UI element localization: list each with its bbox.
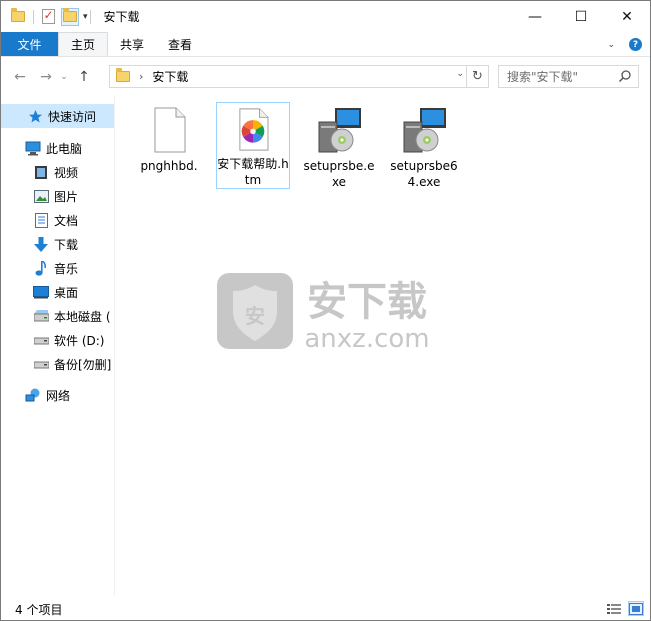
help-icon[interactable]: ? xyxy=(629,38,642,51)
ribbon-tabs: 文件 主页 共享 查看 ⌄ ? xyxy=(1,32,650,57)
forward-arrow-icon: → xyxy=(40,69,52,85)
file-name: setuprsbe64.exe xyxy=(390,159,458,189)
chevron-down-icon: ⌄ xyxy=(60,72,68,82)
sidebar-item-documents[interactable]: 文档 xyxy=(1,208,114,232)
navigation-pane: 快速访问 此电脑 视频 图片 文档 下载 音乐 桌面 本地磁盘 (软件 (D:… xyxy=(1,97,114,595)
tab-share[interactable]: 共享 xyxy=(108,32,156,56)
installer-icon xyxy=(403,108,446,153)
svg-text:安: 安 xyxy=(245,304,265,328)
search-placeholder: 搜索"安下载" xyxy=(507,70,579,84)
address-bar[interactable]: › 安下载 ⌄ ↻ xyxy=(109,65,489,88)
new-folder-button[interactable] xyxy=(61,7,79,26)
sidebar-item-music[interactable]: 音乐 xyxy=(1,256,114,280)
sidebar-item-local-disk-c[interactable]: 本地磁盘 ( xyxy=(1,304,114,328)
close-icon: ✕ xyxy=(621,8,633,25)
details-view-icon xyxy=(607,603,621,614)
item-count: 4 个项目 xyxy=(15,602,63,617)
status-bar: 4 个项目 xyxy=(1,598,650,620)
search-icon xyxy=(618,70,631,83)
folder-icon xyxy=(9,8,27,26)
navigation-bar: ← → ⌄ ↑ › 安下载 ⌄ ↻ 搜索"安下载" xyxy=(1,58,650,96)
maximize-button[interactable]: ☐ xyxy=(558,1,604,32)
drive-icon xyxy=(33,356,49,372)
watermark-logo: 安 安下载 anxz.com xyxy=(217,273,430,353)
music-icon xyxy=(33,260,49,276)
expand-ribbon-chevron-icon[interactable]: ⌄ xyxy=(607,40,615,50)
file-item[interactable]: 安下载帮助.htm xyxy=(216,102,290,189)
pc-icon xyxy=(25,140,41,156)
up-arrow-icon: ↑ xyxy=(78,69,90,85)
watermark-text-cn: 安下载 xyxy=(307,279,427,325)
sidebar-item-quick-access[interactable]: 快速访问 xyxy=(1,104,114,128)
download-icon xyxy=(33,236,49,252)
sidebar-item-desktop[interactable]: 桌面 xyxy=(1,280,114,304)
tab-view[interactable]: 查看 xyxy=(156,32,204,56)
sidebar-item-videos[interactable]: 视频 xyxy=(1,160,114,184)
watermark-text-en: anxz.com xyxy=(304,324,429,353)
maximize-icon: ☐ xyxy=(574,8,588,25)
forward-button[interactable]: → xyxy=(35,66,57,88)
desktop-icon xyxy=(33,284,49,300)
explorer-window: ▾ 安下载 — ☐ ✕ 文件 主页 共享 查看 ⌄ ? ← → ⌄ ↑ › 安下… xyxy=(0,0,651,621)
breadcrumb-current[interactable]: 安下载 xyxy=(152,68,188,85)
close-button[interactable]: ✕ xyxy=(604,1,650,32)
file-item[interactable]: setuprsbe.exe xyxy=(302,102,376,190)
sidebar-item-pictures[interactable]: 图片 xyxy=(1,184,114,208)
sidebar-item-this-pc[interactable]: 此电脑 xyxy=(1,136,114,160)
video-icon xyxy=(33,164,49,180)
new-folder-icon xyxy=(63,8,77,22)
refresh-icon: ↻ xyxy=(472,69,483,84)
drive-icon xyxy=(33,332,49,348)
customize-toolbar-dropdown[interactable]: ▾ xyxy=(83,12,88,22)
large-icons-view-icon xyxy=(629,602,643,615)
file-name: 安下载帮助.htm xyxy=(217,157,289,187)
properties-icon xyxy=(41,8,55,24)
sidebar-item-network[interactable]: 网络 xyxy=(1,383,114,407)
refresh-button[interactable]: ↻ xyxy=(466,66,488,87)
tab-home[interactable]: 主页 xyxy=(58,32,109,56)
folder-icon xyxy=(116,68,130,82)
minimize-button[interactable]: — xyxy=(512,1,558,32)
installer-icon xyxy=(318,108,361,153)
recent-locations-dropdown[interactable]: ⌄ xyxy=(57,66,71,88)
address-history-dropdown[interactable]: ⌄ xyxy=(456,69,464,79)
documents-icon xyxy=(33,212,49,228)
blank-file-icon xyxy=(154,107,186,153)
large-icons-view-button[interactable] xyxy=(628,601,644,616)
html-file-icon xyxy=(239,108,269,151)
properties-button[interactable] xyxy=(39,8,57,26)
sidebar-item-software-d[interactable]: 软件 (D:) xyxy=(1,328,114,352)
details-view-button[interactable] xyxy=(606,601,622,616)
star-icon xyxy=(27,108,43,124)
back-button[interactable]: ← xyxy=(9,66,31,88)
file-item[interactable]: setuprsbe64.exe xyxy=(387,102,461,190)
quick-access-toolbar: ▾ xyxy=(1,1,96,32)
sidebar-item-backup[interactable]: 备份[勿删] xyxy=(1,352,114,376)
breadcrumb-chevron-icon[interactable]: › xyxy=(139,70,143,83)
search-input[interactable]: 搜索"安下载" xyxy=(498,65,639,88)
toolbar-separator xyxy=(89,9,91,24)
minimize-icon: — xyxy=(528,8,542,25)
title-bar: ▾ 安下载 — ☐ ✕ xyxy=(1,1,650,32)
file-name: setuprsbe.exe xyxy=(303,159,375,189)
drive-icon xyxy=(33,308,49,324)
window-title: 安下载 xyxy=(103,10,140,24)
file-item[interactable]: pnghhbd. xyxy=(132,102,206,174)
tab-file[interactable]: 文件 xyxy=(1,32,58,56)
up-button[interactable]: ↑ xyxy=(73,66,95,88)
file-name: pnghhbd. xyxy=(140,159,198,173)
sidebar-item-downloads[interactable]: 下载 xyxy=(1,232,114,256)
toolbar-separator xyxy=(33,9,34,24)
back-arrow-icon: ← xyxy=(14,69,26,85)
pictures-icon xyxy=(33,188,49,204)
network-icon xyxy=(25,387,41,403)
